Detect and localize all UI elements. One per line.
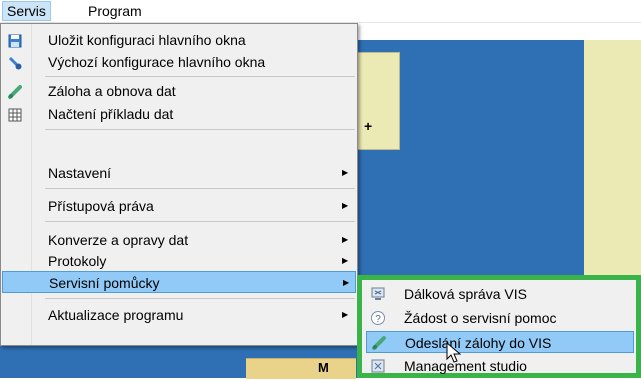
menu-item-access-rights[interactable]: Přístupová práva ▶ (2, 195, 356, 217)
table-icon (8, 107, 22, 122)
submenu-arrow-icon: ▶ (343, 278, 350, 287)
menubar-servis[interactable]: Servis (2, 1, 51, 21)
mouse-cursor-icon (446, 341, 462, 367)
menu-item-label: Načtení příkladu dat (48, 106, 174, 122)
studio-icon (370, 358, 386, 374)
menu-item-update[interactable]: Aktualizace programu ▶ (2, 304, 356, 326)
submenu-arrow-icon: ▶ (342, 235, 349, 244)
menu-item-label: Protokoly (48, 253, 107, 269)
submenu-item-label: Žádost o servisní pomoc (404, 310, 557, 326)
submenu-arrow-icon: ▶ (342, 310, 349, 319)
menu-item-label: Servisní pomůcky (49, 275, 160, 291)
menu-item-label: Přístupová práva (48, 198, 154, 214)
menu-item-conversion[interactable]: Konverze a opravy dat ▶ (2, 229, 356, 251)
brush-icon (8, 55, 22, 70)
submenu-item-remote-admin[interactable]: Dálková správa VIS (366, 283, 634, 305)
servis-menu: Uložit konfiguraci hlavního okna Výchozí… (0, 23, 358, 346)
submenu-item-label: Odeslání zálohy do VIS (405, 335, 552, 351)
menu-item-label: Aktualizace programu (48, 307, 184, 323)
menu-separator (45, 188, 355, 189)
submenu-arrow-icon: ▶ (342, 168, 349, 177)
submenu-arrow-icon: ▶ (342, 201, 349, 210)
submenu-arrow-icon: ▶ (342, 256, 349, 265)
send-backup-icon (371, 335, 387, 351)
menu-bar: Servis Program (0, 0, 641, 23)
remote-icon (370, 286, 386, 302)
menu-separator (45, 129, 355, 130)
save-icon (8, 33, 22, 48)
menu-item-protocols[interactable]: Protokoly ▶ (2, 250, 356, 272)
menu-item-settings[interactable]: Nastavení ▶ (2, 162, 356, 184)
menu-separator (45, 298, 355, 299)
background-bottom-text: M (318, 360, 329, 375)
backup-icon (8, 84, 22, 99)
menubar-program[interactable]: Program (84, 2, 146, 20)
submenu-item-send-backup[interactable]: Odeslání zálohy do VIS (366, 331, 634, 353)
menu-separator (45, 76, 355, 77)
background-bottom-tab (246, 358, 356, 379)
menu-item-default-config[interactable]: Výchozí konfigurace hlavního okna (2, 51, 356, 73)
menu-item-label: Nastavení (48, 165, 112, 181)
menu-item-label: Uložit konfiguraci hlavního okna (48, 32, 246, 48)
submenu-item-management-studio[interactable]: Management studio (366, 355, 634, 377)
svg-text:?: ? (375, 314, 381, 325)
menu-separator (45, 221, 355, 222)
submenu-item-help-request[interactable]: ? Žádost o servisní pomoc (366, 307, 634, 329)
menu-item-service-tools[interactable]: Servisní pomůcky ▶ (2, 271, 356, 293)
submenu-item-label: Management studio (404, 358, 527, 374)
menu-item-label: Konverze a opravy dat (48, 232, 189, 248)
menu-item-backup[interactable]: Záloha a obnova dat (2, 80, 356, 102)
service-tools-submenu: Dálková správa VIS ? Žádost o servisní p… (357, 275, 641, 378)
submenu-item-label: Dálková správa VIS (404, 286, 527, 302)
menu-item-load-sample[interactable]: Načtení příkladu dat (2, 103, 356, 125)
menu-item-save-config[interactable]: Uložit konfiguraci hlavního okna (2, 29, 356, 51)
menu-item-label: Záloha a obnova dat (48, 83, 176, 99)
help-icon: ? (370, 310, 386, 326)
background-plus: + (364, 118, 373, 134)
menu-item-label: Výchozí konfigurace hlavního okna (48, 54, 266, 70)
